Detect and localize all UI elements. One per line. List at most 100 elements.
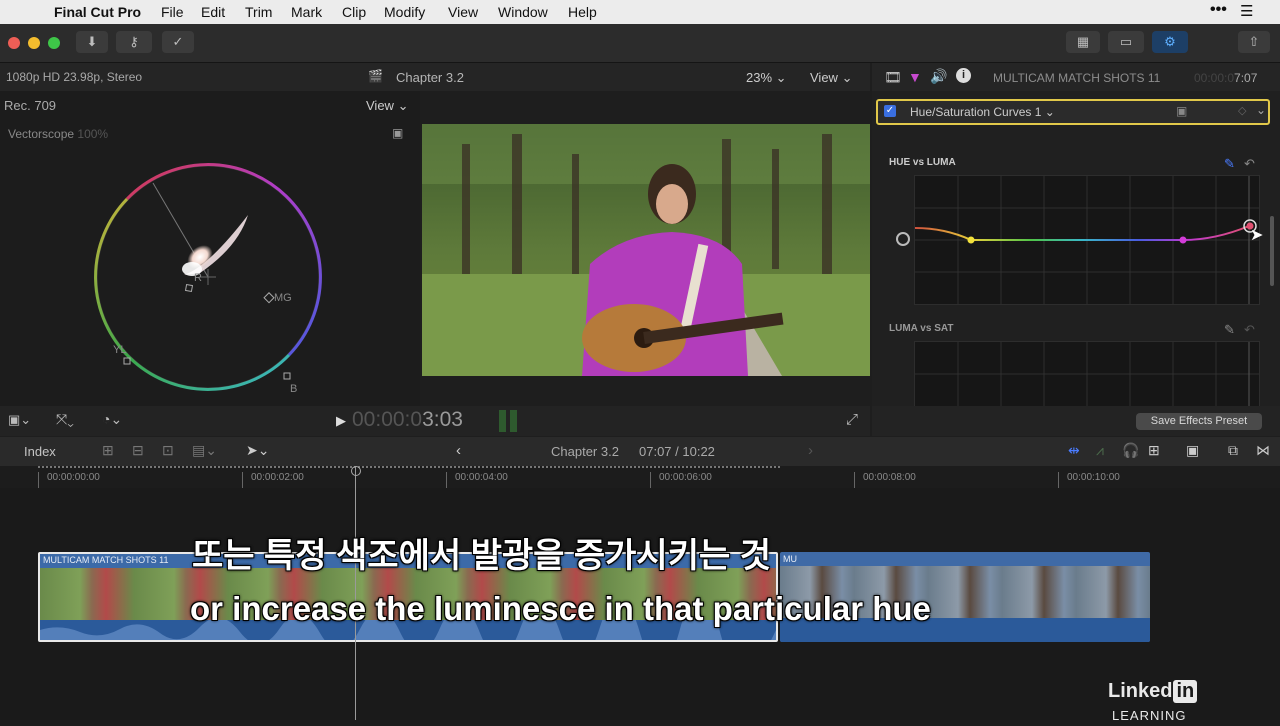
menu-bar: Final Cut Pro File Edit Trim Mark Clip M…	[0, 0, 1280, 24]
mouse-cursor-icon: ➤	[1250, 227, 1264, 244]
eyedropper-icon[interactable]: ✎	[1224, 156, 1235, 172]
save-effects-preset-button[interactable]: Save Effects Preset	[1136, 413, 1262, 430]
timecode-display[interactable]: 00:00:03:03	[352, 408, 463, 432]
close-window-button[interactable]	[8, 37, 20, 49]
effect-enable-checkbox[interactable]: ✓	[884, 105, 896, 117]
inspector-sliders-icon[interactable]: ⚙	[1152, 31, 1188, 53]
play-button[interactable]: ▶	[336, 413, 346, 429]
menu-window[interactable]: Window	[498, 4, 548, 20]
menu-help[interactable]: Help	[568, 4, 597, 20]
scope-view-menu[interactable]: View ⌄	[366, 98, 408, 114]
effect-name[interactable]: Hue/Saturation Curves 1 ⌄	[910, 105, 1055, 119]
overwrite-clip-icon[interactable]: ▤⌄	[192, 442, 217, 459]
hue-luma-curve-graphic	[914, 176, 1259, 304]
import-icon[interactable]: ⬇	[76, 31, 108, 53]
video-frame-picture	[422, 124, 870, 376]
snapping-icon[interactable]: ⊞	[1148, 442, 1160, 459]
eyedropper2-icon[interactable]: ✎	[1224, 322, 1235, 338]
inspector-clip-name: MULTICAM MATCH SHOTS 11	[993, 71, 1161, 85]
scope-percent: 100%	[77, 127, 109, 141]
format-label: 1080p HD 23.98p, Stereo	[6, 70, 143, 84]
target-b: B	[290, 383, 297, 395]
audio-meter-left	[499, 410, 506, 432]
effect-selector[interactable]: ✓ Hue/Saturation Curves 1 ⌄ ▣ ◇ ⌄	[876, 99, 1270, 125]
viewer-view-menu[interactable]: View ⌄	[810, 70, 852, 86]
menu-trim[interactable]: Trim	[245, 4, 272, 20]
fullscreen-icon[interactable]: ⤢	[846, 411, 858, 428]
playhead-handle[interactable]	[351, 466, 361, 476]
minimize-window-button[interactable]	[28, 37, 40, 49]
video-skimming-icon[interactable]: ⇹	[1068, 442, 1080, 459]
history-forward-icon[interactable]: ›	[808, 442, 813, 459]
menu-app-name[interactable]: Final Cut Pro	[54, 4, 141, 20]
ruler-tick-5: 00:00:10:00	[1058, 472, 1120, 488]
timeline-header: Index ⊞ ⊟ ⊡ ▤⌄ ➤⌄ ‹ Chapter 3.2 07:07 / …	[0, 437, 1280, 467]
audio-inspector-icon[interactable]: 🔊	[930, 68, 947, 85]
color-inspector-icon[interactable]: ▼	[908, 69, 922, 85]
background-tasks-icon[interactable]: ✓	[162, 31, 194, 53]
viewer-layout-icon[interactable]: ▣⌄	[8, 412, 31, 428]
keyframe-icon[interactable]: ◇	[1238, 104, 1246, 117]
menu-file[interactable]: File	[161, 4, 184, 20]
ruler-tick-0: 00:00:00:00	[38, 472, 100, 488]
timeline-view-icon[interactable]: ▭	[1108, 31, 1144, 53]
insert-clip-icon[interactable]: ⊟	[132, 442, 144, 459]
inspector-duration: 00:00:07:07	[1194, 71, 1257, 85]
share-icon[interactable]: ⇧	[1238, 31, 1270, 53]
transform-tool-icon[interactable]: ⤧⌄	[56, 411, 74, 428]
subtitle-english: or increase the luminesce in that partic…	[190, 590, 931, 627]
viewer-header: 1080p HD 23.98p, Stereo 🎬 Chapter 3.2 23…	[0, 63, 870, 91]
vectorscope-panel: Rec. 709 View ⌄ Vectorscope 100% ▣ R MG …	[0, 91, 420, 406]
retime-speed-icon[interactable]: ◔⌄	[102, 411, 122, 428]
inspector-footer: Save Effects Preset	[872, 406, 1280, 436]
scope-settings-icon[interactable]: ▣	[392, 126, 403, 140]
menu-edit[interactable]: Edit	[201, 4, 225, 20]
color-space-label: Rec. 709	[4, 98, 57, 113]
keywords-key-icon[interactable]: ⚷	[116, 31, 152, 53]
menu-modify[interactable]: Modify	[384, 4, 425, 20]
transitions-browser-icon[interactable]: ⋈	[1256, 442, 1270, 459]
menu-mark[interactable]: Mark	[291, 4, 322, 20]
effect-chevron-icon[interactable]: ⌄	[1256, 103, 1266, 117]
headphones-icon[interactable]: 🎧	[1122, 442, 1139, 459]
reset-curve2-icon[interactable]: ↶	[1244, 322, 1255, 338]
luma-sat-curve-graphic	[915, 342, 1259, 406]
reset-curve1-icon[interactable]: ↶	[1244, 156, 1255, 172]
viewer-title: Chapter 3.2	[396, 70, 464, 85]
scope-view-label: View	[366, 98, 394, 113]
browser-grid-icon[interactable]: ▦	[1066, 31, 1100, 53]
hue-luma-curve[interactable]	[914, 175, 1260, 305]
timeline-position: 07:07 / 10:22	[639, 444, 715, 459]
ruler-tick-1: 00:00:02:00	[242, 472, 304, 488]
zoom-value: 23%	[746, 70, 773, 85]
zoom-menu[interactable]: 23% ⌄	[746, 70, 787, 86]
vectorscope-graphic: R MG B CY G YL	[94, 163, 322, 395]
list-icon[interactable]: ☰	[1240, 2, 1253, 20]
mask-icon[interactable]: ▣	[1176, 104, 1187, 118]
inspector-scrollbar[interactable]	[1270, 216, 1274, 286]
timecode-bright: 3:03	[422, 408, 463, 431]
timeline-ruler[interactable]: 00:00:00:00 00:00:02:00 00:00:04:00 00:0…	[0, 466, 1280, 488]
viewer-video-frame[interactable]	[422, 124, 870, 376]
video-inspector-icon[interactable]: 🎞	[884, 69, 902, 86]
menu-view[interactable]: View	[448, 4, 478, 20]
curve1-reset-point-icon[interactable]	[896, 232, 910, 246]
index-button[interactable]: Index	[24, 444, 56, 459]
menu-clip[interactable]: Clip	[342, 4, 366, 20]
clip1-name: MULTICAM MATCH SHOTS 11	[43, 555, 169, 565]
zoom-window-button[interactable]	[48, 37, 60, 49]
effects-browser-icon[interactable]: ⧉	[1228, 442, 1238, 459]
inspector-duration-dim: 00:00:0	[1194, 71, 1235, 85]
select-tool-icon[interactable]: ➤⌄	[246, 442, 269, 459]
more-icon[interactable]: •••	[1210, 1, 1227, 19]
audio-skimming-icon[interactable]: ⩘	[1096, 442, 1104, 459]
append-clip-icon[interactable]: ⊡	[162, 442, 174, 459]
luma-sat-curve[interactable]	[914, 341, 1260, 406]
timecode-dim: 00:00:0	[352, 408, 423, 431]
clip-appearance-icon[interactable]: ▣	[1186, 442, 1199, 459]
subtitle-korean: 또는 특정 색조에서 발광을 증가시키는 것	[192, 537, 771, 575]
history-back-icon[interactable]: ‹	[456, 442, 461, 459]
clip2-name: MU	[783, 554, 797, 564]
info-icon[interactable]: i	[956, 68, 971, 83]
connect-clip-icon[interactable]: ⊞	[102, 442, 114, 459]
